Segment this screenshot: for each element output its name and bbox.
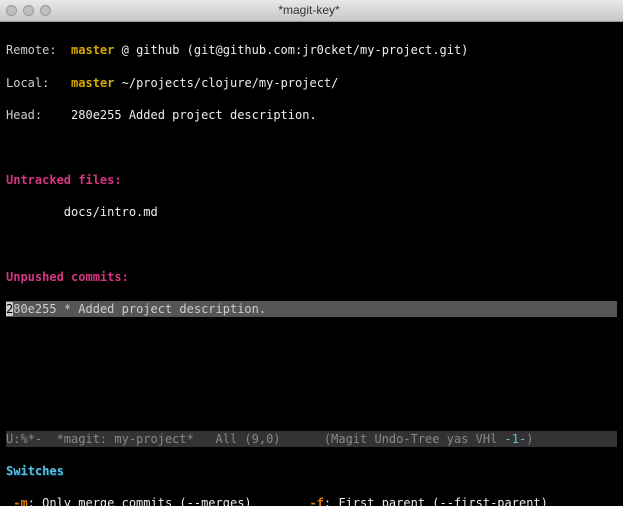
window-title: *magit-key*: [51, 2, 567, 18]
switch-f[interactable]: -f: [309, 496, 323, 506]
remote-label: Remote:: [6, 43, 57, 57]
commit-hash: 80e255: [13, 302, 56, 316]
switch-m[interactable]: -m: [6, 496, 28, 506]
commit-row[interactable]: 280e255 * Added project description.: [6, 301, 617, 317]
switches-heading: Switches: [6, 464, 64, 478]
terminal-body[interactable]: Remote: master @ github (git@github.com:…: [0, 22, 623, 506]
head-label: Head:: [6, 108, 42, 122]
modeline-upper: U:%*- *magit: my-project* All (9,0) (Mag…: [6, 431, 617, 447]
minimize-icon[interactable]: [23, 5, 34, 16]
local-path: ~/projects/clojure/my-project/: [114, 76, 338, 90]
untracked-heading[interactable]: Untracked files:: [6, 173, 122, 187]
head-value: 280e255 Added project description.: [71, 108, 317, 122]
zoom-icon[interactable]: [40, 5, 51, 16]
remote-branch: master: [71, 43, 114, 57]
remote-url: @ github (git@github.com:jr0cket/my-proj…: [114, 43, 468, 57]
close-icon[interactable]: [6, 5, 17, 16]
window-controls: [6, 5, 51, 16]
commit-msg: * Added project description.: [57, 302, 267, 316]
local-branch: master: [71, 76, 114, 90]
titlebar: *magit-key*: [0, 0, 623, 22]
untracked-file[interactable]: docs/intro.md: [64, 205, 158, 219]
unpushed-heading[interactable]: Unpushed commits:: [6, 270, 129, 284]
local-label: Local:: [6, 76, 49, 90]
